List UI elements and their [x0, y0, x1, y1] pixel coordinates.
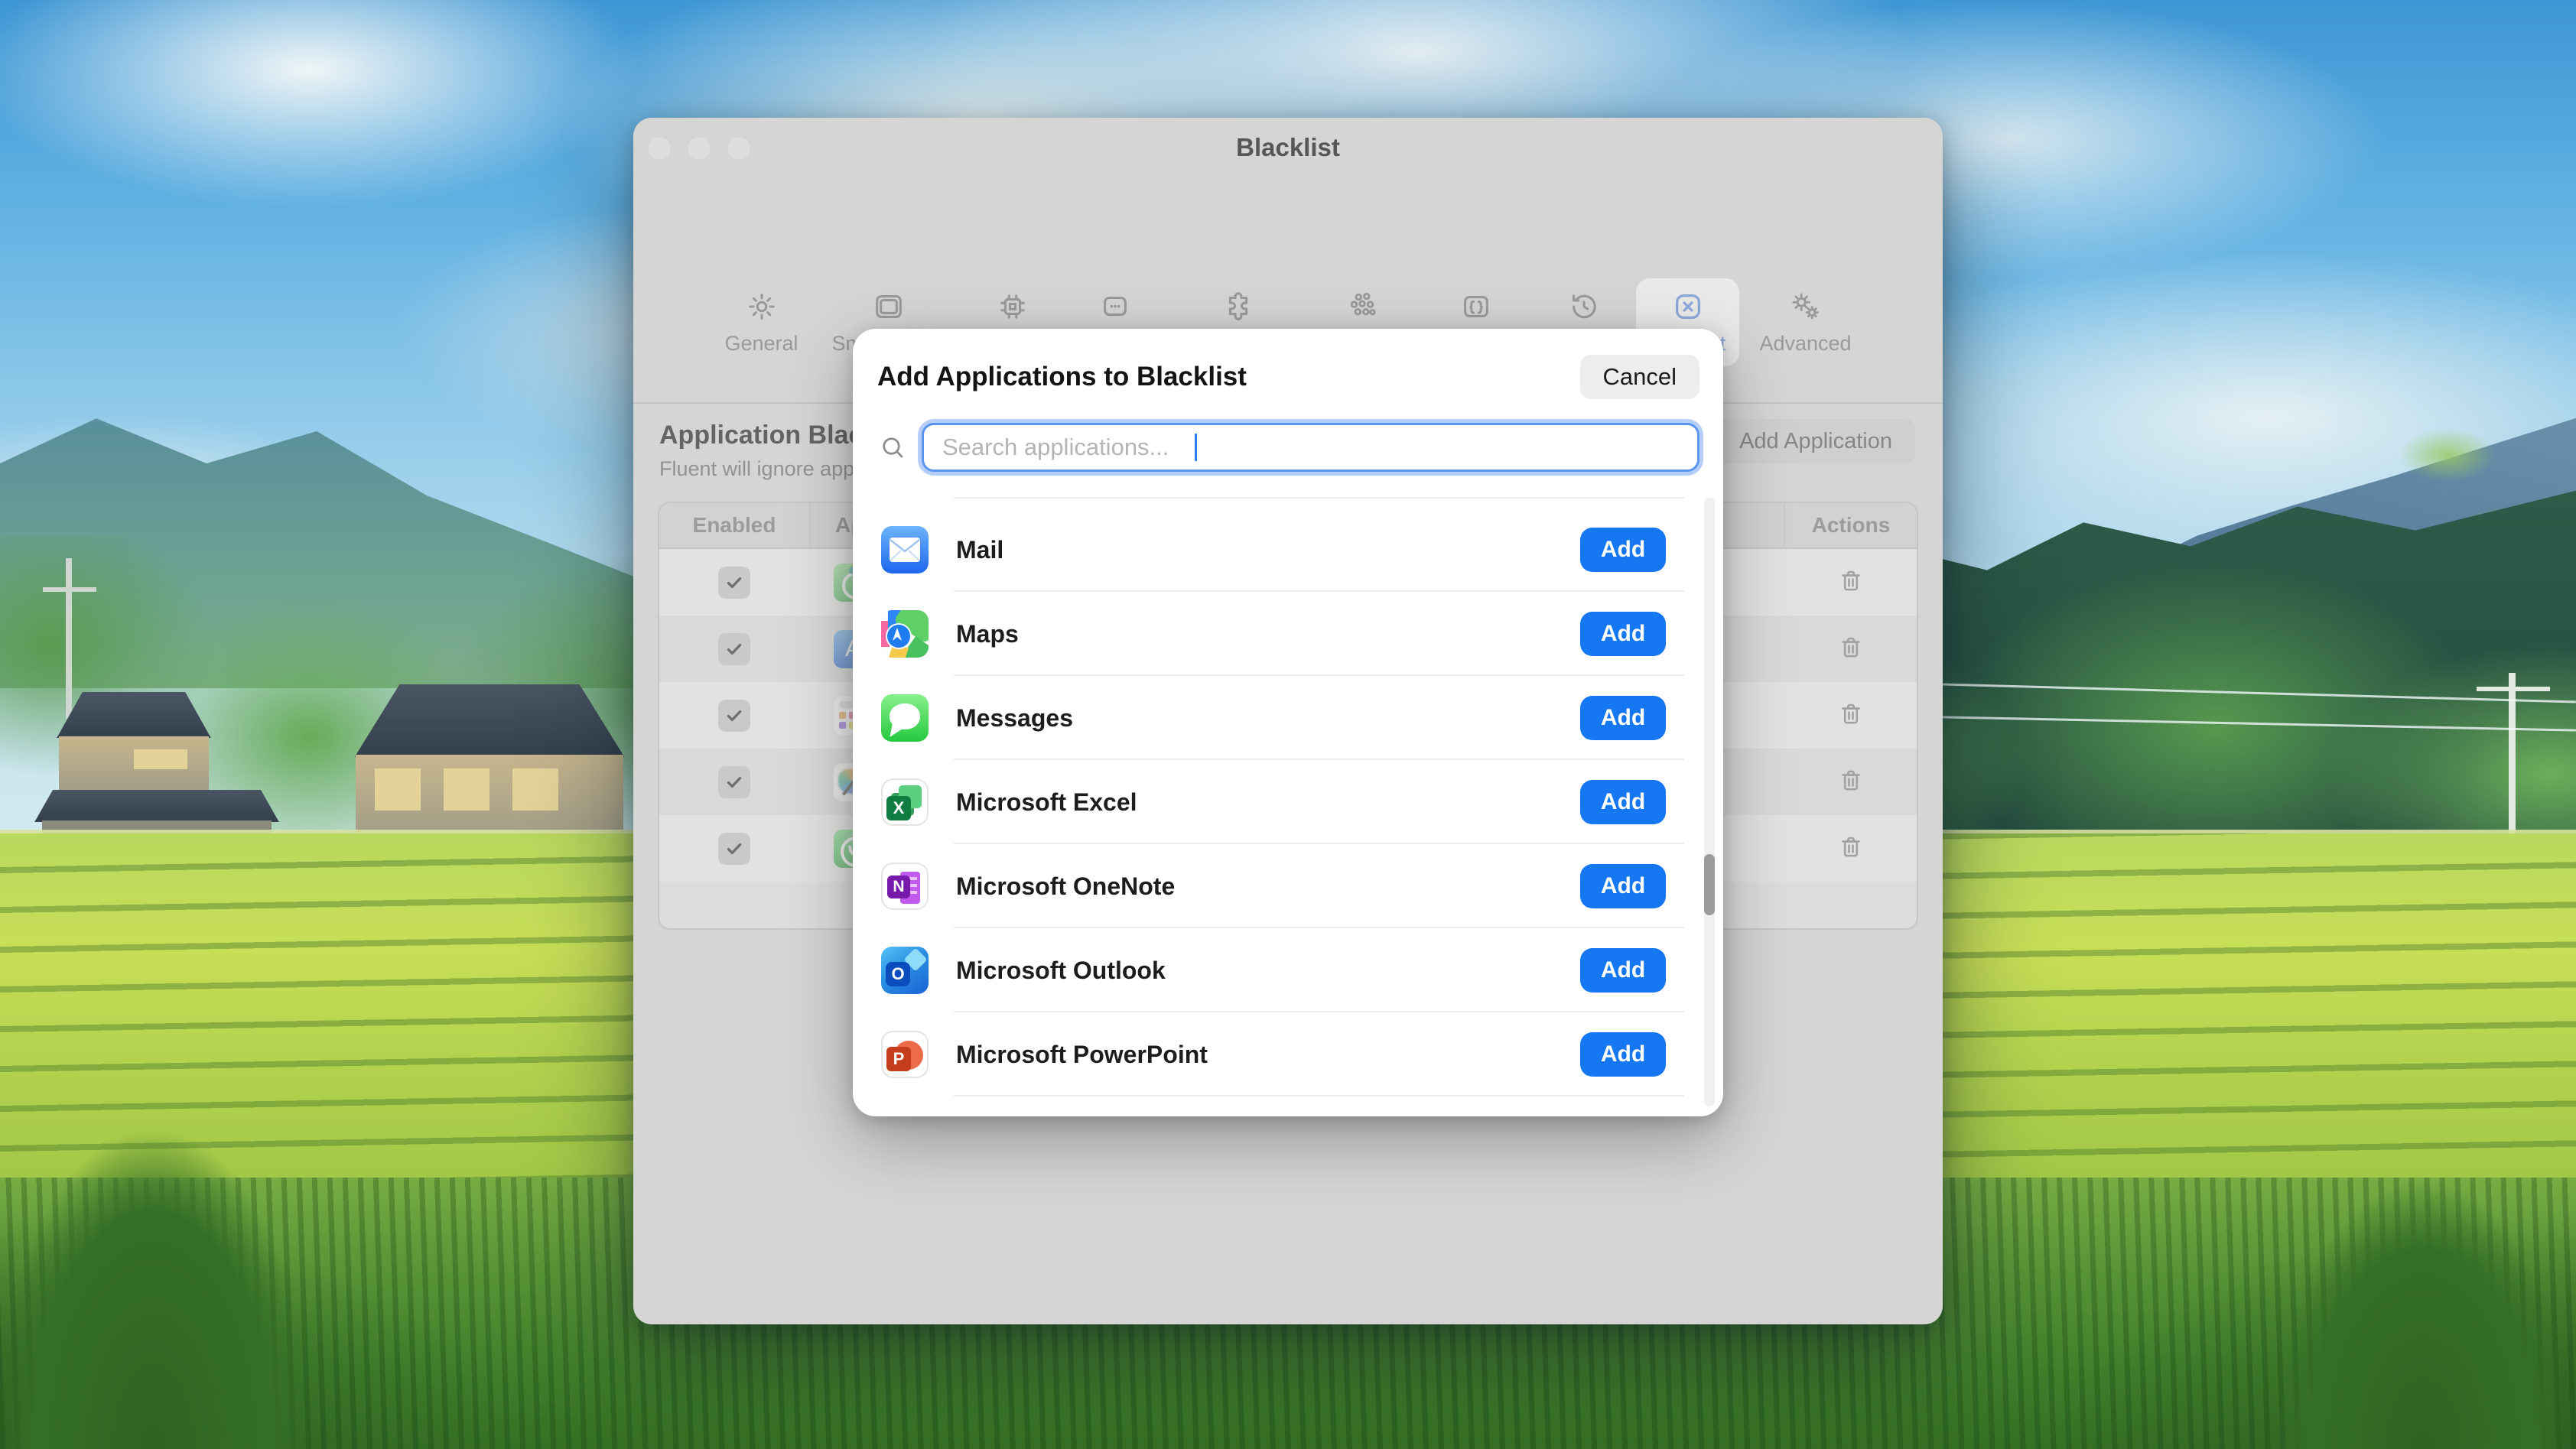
scrollbar-thumb[interactable] [1704, 854, 1715, 915]
app-name: Mail [956, 536, 1580, 564]
list-item-messages: Messages Add [877, 676, 1699, 760]
app-name: Microsoft Outlook [956, 957, 1580, 985]
grass-tuft [0, 975, 367, 1449]
dialog-header: Add Applications to Blacklist Cancel [877, 355, 1699, 399]
trash-icon [1837, 567, 1865, 595]
list-item-outlook: Microsoft Outlook Add [877, 928, 1699, 1012]
enabled-checkbox[interactable] [718, 700, 750, 732]
messages-app-icon [881, 694, 929, 742]
power-pole-crossbar-right [2477, 687, 2550, 691]
add-button-onenote[interactable]: Add [1580, 864, 1666, 908]
enabled-checkbox[interactable] [718, 833, 750, 865]
app-name: Microsoft PowerPoint [956, 1041, 1580, 1069]
check-icon [724, 772, 744, 792]
check-icon [724, 573, 744, 593]
column-header-enabled: Enabled [659, 504, 811, 547]
delete-row-button[interactable] [1837, 700, 1865, 730]
cancel-button[interactable]: Cancel [1580, 355, 1700, 399]
list-item-maps: Maps Add [877, 592, 1699, 676]
titlebar: Blacklist [633, 118, 1943, 173]
add-button-messages[interactable]: Add [1580, 696, 1666, 740]
app-name: Microsoft Excel [956, 788, 1580, 817]
column-header-actions: Actions [1785, 504, 1917, 547]
enabled-checkbox[interactable] [718, 766, 750, 798]
list-item-powerpoint: Microsoft PowerPoint Add [877, 1012, 1699, 1096]
powerpoint-app-icon [881, 1031, 929, 1078]
grass-tuft [2224, 1051, 2576, 1449]
delete-row-button[interactable] [1837, 567, 1865, 597]
mail-app-icon [881, 526, 929, 573]
dialog-title: Add Applications to Blacklist [877, 362, 1247, 392]
trash-icon [1837, 700, 1865, 728]
excel-app-icon [881, 778, 929, 826]
app-name: Microsoft OneNote [956, 872, 1580, 901]
check-icon [724, 639, 744, 659]
app-name: Maps [956, 620, 1580, 648]
maps-app-icon [881, 610, 929, 658]
trash-icon [1837, 833, 1865, 861]
add-application-label: Add Application [1739, 429, 1892, 454]
delete-row-button[interactable] [1837, 767, 1865, 797]
check-icon [724, 839, 744, 859]
list-item-onenote: Microsoft OneNote Add [877, 844, 1699, 928]
desktop: Blacklist General Smart Panel Models Con… [0, 0, 2576, 1449]
search-input[interactable] [922, 423, 1699, 472]
add-button-maps[interactable]: Add [1580, 612, 1666, 656]
scrollbar-track[interactable] [1704, 498, 1715, 1106]
add-button-outlook[interactable]: Add [1580, 948, 1666, 993]
add-applications-dialog: Add Applications to Blacklist Cancel Mai… [853, 329, 1723, 1116]
search-icon [879, 434, 906, 461]
application-list: Mail Add Maps Add Messages Add [877, 495, 1699, 1100]
onenote-app-icon [881, 863, 929, 910]
trash-icon [1837, 634, 1865, 661]
add-button-excel[interactable]: Add [1580, 780, 1666, 824]
outlook-app-icon [881, 947, 929, 994]
add-button-mail[interactable]: Add [1580, 528, 1666, 572]
list-item-excel: Microsoft Excel Add [877, 760, 1699, 844]
trash-icon [1837, 767, 1865, 794]
section-subheading: Fluent will ignore appl [659, 457, 859, 481]
add-button-powerpoint[interactable]: Add [1580, 1032, 1666, 1077]
check-icon [724, 706, 744, 726]
power-pole-crossbar-left [43, 587, 96, 592]
list-item-mail: Mail Add [877, 508, 1699, 592]
enabled-checkbox[interactable] [718, 567, 750, 599]
text-caret [1195, 434, 1197, 461]
delete-row-button[interactable] [1837, 833, 1865, 863]
search-row [877, 423, 1699, 472]
delete-row-button[interactable] [1837, 634, 1865, 664]
enabled-checkbox[interactable] [718, 633, 750, 665]
app-name: Messages [956, 704, 1580, 733]
window-title: Blacklist [633, 133, 1943, 162]
